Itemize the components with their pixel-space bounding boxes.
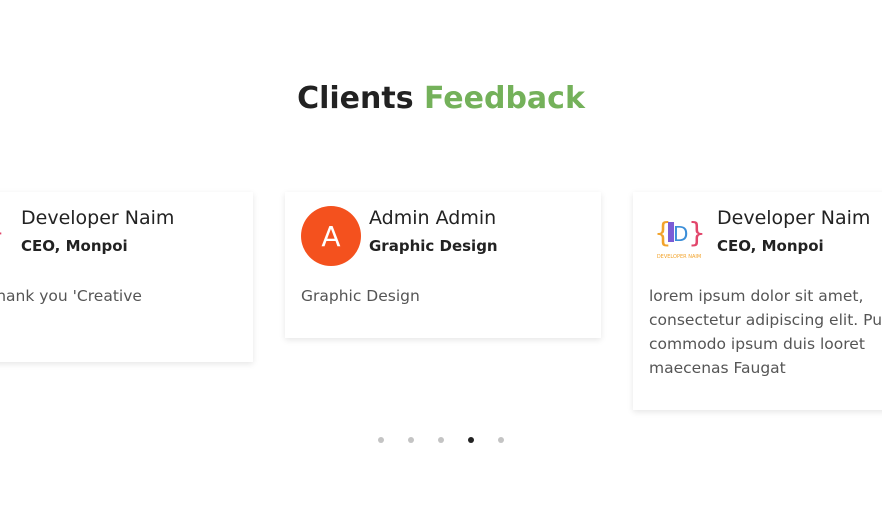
clients-feedback-section: Clients Feedback { D } Developer Naim CE… bbox=[0, 0, 882, 520]
pagination-dot[interactable] bbox=[378, 437, 384, 443]
svg-text:D: D bbox=[673, 222, 688, 246]
svg-text:}: } bbox=[0, 218, 5, 248]
carousel-pagination bbox=[0, 437, 882, 443]
avatar-letter: A bbox=[321, 219, 341, 253]
pagination-dot[interactable] bbox=[408, 437, 414, 443]
testimonial-card: { D } DEVELOPER NAIM Developer Naim CEO,… bbox=[633, 192, 882, 410]
logo-caption: DEVELOPER NAIM bbox=[657, 254, 701, 260]
client-role: Graphic Design bbox=[369, 237, 498, 255]
client-name: Admin Admin bbox=[369, 207, 497, 229]
client-name: Developer Naim bbox=[21, 207, 175, 229]
testimonial-text: Graphic Design bbox=[301, 287, 420, 305]
svg-text:}: } bbox=[688, 216, 706, 249]
testimonial-text: lorem ipsum dolor sit amet, consectetur … bbox=[649, 287, 882, 377]
heading-accent: Feedback bbox=[424, 81, 585, 116]
testimonial-card: { D } Developer Naim CEO, Monpoi Job. Th… bbox=[0, 192, 253, 362]
client-role: CEO, Monpoi bbox=[717, 237, 824, 255]
avatar: A bbox=[301, 206, 361, 266]
testimonial-text: Job. Thank you 'Creative cy' bbox=[0, 287, 142, 305]
pagination-dot[interactable] bbox=[438, 437, 444, 443]
developer-logo-icon: { D } bbox=[0, 206, 13, 266]
testimonial-card: A Admin Admin Graphic Design Graphic Des… bbox=[285, 192, 601, 338]
client-role: CEO, Monpoi bbox=[21, 237, 128, 255]
heading-main: Clients bbox=[297, 81, 414, 116]
client-name: Developer Naim bbox=[717, 207, 871, 229]
pagination-dot-active[interactable] bbox=[468, 437, 474, 443]
pagination-dot[interactable] bbox=[498, 437, 504, 443]
section-heading: Clients Feedback bbox=[0, 78, 882, 120]
developer-logo-icon: { D } DEVELOPER NAIM bbox=[649, 206, 709, 266]
